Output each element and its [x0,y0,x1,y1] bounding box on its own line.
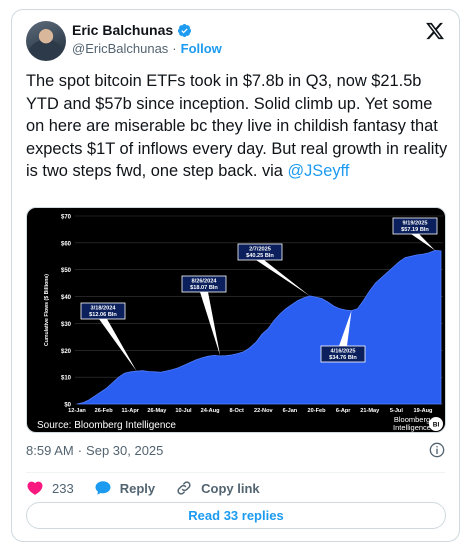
x-tick-label: 6-Apr [336,408,351,414]
author-display-name[interactable]: Eric Balchunas [72,22,173,38]
copy-link-button[interactable]: Copy link [175,479,260,497]
annotation-value: $34.76 Bln [329,355,357,361]
annotation-pointer [411,234,436,251]
like-count: 233 [52,480,74,496]
author-handle-row: @EricBalchunas · Follow [72,41,222,56]
annotation-value: $18.07 Bln [190,285,218,291]
tweet-body: The spot bitcoin ETFs took in $7.8b in Q… [26,72,448,180]
read-replies-button[interactable]: Read 33 replies [26,502,446,529]
reply-bubble-icon [95,481,111,495]
annotation-date: 4/16/2025 [331,349,356,355]
author-handle[interactable]: @EricBalchunas [72,41,168,56]
annotation-pointer [256,260,310,296]
x-tick-label: 22-Nov [254,408,274,414]
copy-link-label: Copy link [201,480,260,496]
annotation-pointer [99,319,137,372]
brand-badge-text: BI [433,422,440,429]
x-tick-label: 10-Jul [175,408,192,414]
annotation-date: 2/7/2025 [249,247,271,253]
timestamp-time: 8:59 AM [26,443,74,458]
cumulative-flows-chart: $0$10$20$30$40$50$60$70Cumulative Flows … [37,215,443,432]
x-tick-label: 6-Jan [283,408,298,414]
annotation-date: 8/26/2024 [192,279,218,285]
x-tick-label: 20-Feb [308,408,327,414]
timestamp-separator: · [77,443,83,458]
x-tick-label: 26-Feb [95,408,114,414]
follow-button[interactable]: Follow [181,41,222,56]
info-icon[interactable] [429,442,445,458]
x-logo-icon[interactable] [425,21,445,41]
reply-label: Reply [119,480,156,496]
y-tick-label: $50 [61,268,72,274]
like-button[interactable]: 233 [26,479,74,497]
y-tick-label: $70 [61,215,72,221]
heart-icon [27,481,43,495]
annotation-pointer [200,292,221,356]
y-tick-label: $60 [61,241,72,247]
tweet-text: The spot bitcoin ETFs took in $7.8b in Q… [26,70,451,183]
x-tick-label: 19-Aug [414,408,434,414]
annotation-value: $57.19 Bln [401,227,429,233]
chart-source: Source: Bloomberg Intelligence [37,420,176,431]
annotation-date: 3/18/2024 [91,306,117,312]
x-tick-label: 8-Oct [230,408,244,414]
annotation-date: 9/19/2025 [403,221,428,227]
annotation-value: $12.06 Bln [89,312,117,318]
mention-link[interactable]: @JSeyff [287,162,349,180]
annotation-value: $40.25 Bln [246,253,274,259]
chart-image[interactable]: $0 $10 $20 $30 $40 $50 $60 $70 Cumulative Flows … [26,207,446,433]
handle-separator: · [172,41,177,56]
x-tick-label: 26-May [147,408,167,414]
action-bar: 233 Reply Copy link [26,477,280,499]
reply-button[interactable]: Reply [94,479,155,497]
link-icon [177,481,191,495]
brand-line-2: Intelligence [393,423,431,432]
verified-badge-icon [178,23,192,37]
y-tick-label: $40 [61,295,72,301]
x-tick-label: 24-Aug [201,408,221,414]
divider [26,472,445,473]
timestamp[interactable]: 8:59 AM · Sep 30, 2025 [26,443,163,458]
x-tick-label: 12-Jan [68,408,86,414]
y-tick-label: $30 [61,322,72,328]
x-tick-label: 5-Jul [390,408,404,414]
timestamp-date: Sep 30, 2025 [86,443,164,458]
area-series [76,249,442,405]
y-axis-label: Cumulative Flows ($ Billions) [44,274,50,346]
x-tick-label: 11-Apr [122,408,140,414]
y-tick-label: $20 [61,349,72,355]
author-name-row: Eric Balchunas [72,22,192,38]
avatar[interactable] [26,21,66,61]
x-tick-label: 21-May [360,408,380,414]
y-tick-label: $10 [61,376,72,382]
tweet-card: Eric Balchunas @EricBalchunas · Follow T… [11,9,460,542]
